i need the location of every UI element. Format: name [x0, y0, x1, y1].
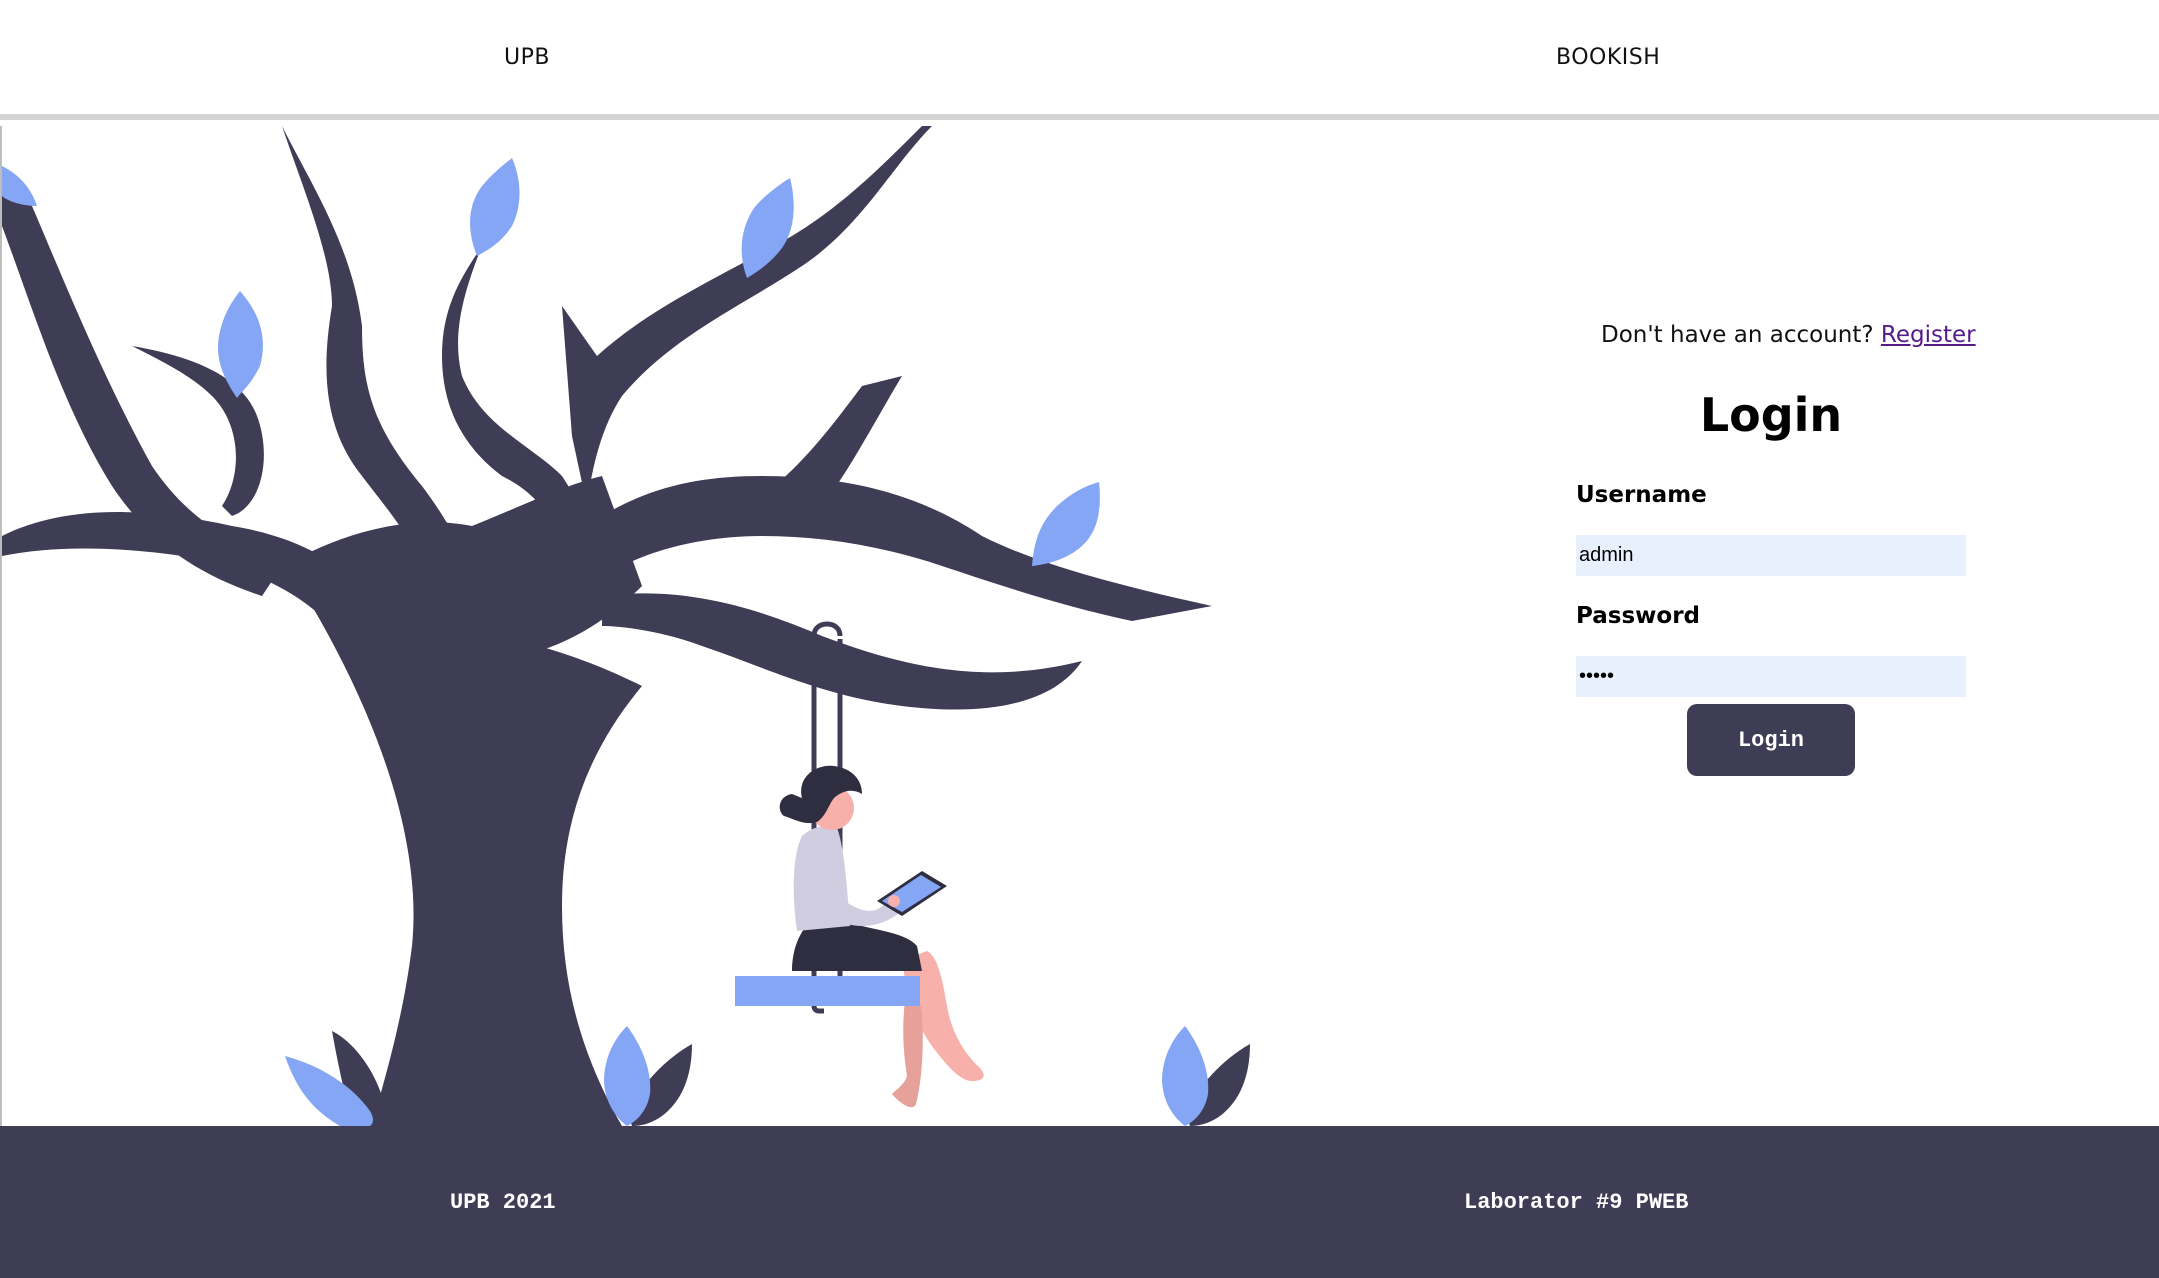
- login-button[interactable]: Login: [1687, 704, 1855, 776]
- username-input[interactable]: [1576, 535, 1966, 576]
- password-input[interactable]: [1576, 656, 1966, 697]
- password-label: Password: [1576, 603, 1700, 629]
- branch-upper-right: [562, 126, 932, 506]
- leaf: [470, 158, 520, 256]
- shrub-leaf: [1162, 1026, 1209, 1126]
- footer-copyright: UPB 2021: [450, 1190, 556, 1215]
- tree-swing-illustration: [2, 126, 1250, 1126]
- nav-link-upb[interactable]: UPB: [504, 45, 550, 70]
- tree-trunk: [312, 606, 642, 1126]
- site-footer: UPB 2021 Laborator #9 PWEB: [0, 1126, 2159, 1278]
- swing-seat: [735, 976, 920, 1006]
- branch-right-up: [762, 376, 902, 506]
- nav-link-bookish[interactable]: BOOKISH: [1556, 45, 1660, 70]
- username-label: Username: [1576, 482, 1707, 508]
- register-prompt-text: Don't have an account?: [1601, 322, 1874, 348]
- hero-illustration: [0, 126, 1296, 1126]
- person-hand: [888, 895, 900, 907]
- register-prompt: Don't have an account? Register: [1601, 322, 2101, 348]
- footer-lab-title: Laborator #9 PWEB: [1464, 1190, 1689, 1215]
- register-link[interactable]: Register: [1881, 322, 1976, 348]
- leaf: [1032, 482, 1100, 566]
- login-title: Login: [1699, 388, 1843, 442]
- site-header: UPB BOOKISH: [0, 0, 2159, 120]
- swing-rope-top: [811, 621, 843, 637]
